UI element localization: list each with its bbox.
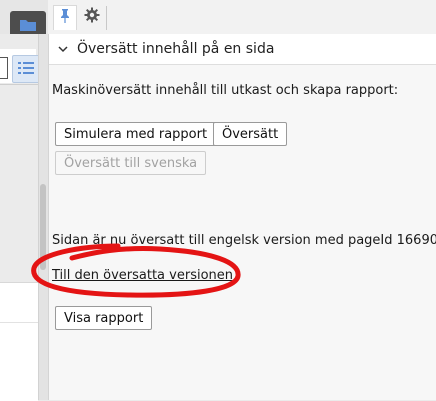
view-report-button[interactable]: Visa rapport	[55, 306, 153, 330]
list-view-button[interactable]	[12, 55, 40, 83]
translate-to-swedish-button: Översätt till svenska	[55, 151, 207, 175]
translate-panel: Översätt innehåll på en sida Maskinövers…	[48, 34, 436, 400]
folder-icon	[19, 17, 37, 36]
left-list-area	[0, 282, 38, 401]
list-icon	[18, 60, 34, 79]
settings-button[interactable]	[80, 5, 104, 29]
section-header-toggle[interactable]: Översätt innehåll på en sida	[49, 34, 436, 65]
divider	[0, 84, 38, 85]
translate-button[interactable]: Översätt	[213, 122, 288, 146]
chevron-down-icon	[58, 43, 70, 55]
gear-icon	[84, 7, 100, 27]
simulate-with-report-button[interactable]: Simulera med rapport	[55, 122, 217, 146]
toolbar-divider	[106, 6, 107, 30]
pin-icon	[59, 8, 71, 28]
scrollbar-thumb[interactable]	[40, 184, 46, 270]
grid-view-button[interactable]	[0, 57, 8, 79]
section-title: Översätt innehåll på en sida	[77, 41, 275, 57]
description-text: Maskinöversätt innehåll till utkast och …	[52, 83, 399, 98]
status-text: Sidan är nu översatt till engelsk versio…	[52, 233, 436, 248]
pin-button[interactable]	[53, 5, 77, 30]
divider	[0, 322, 38, 323]
translated-version-link[interactable]: Till den översatta versionen	[52, 268, 233, 283]
